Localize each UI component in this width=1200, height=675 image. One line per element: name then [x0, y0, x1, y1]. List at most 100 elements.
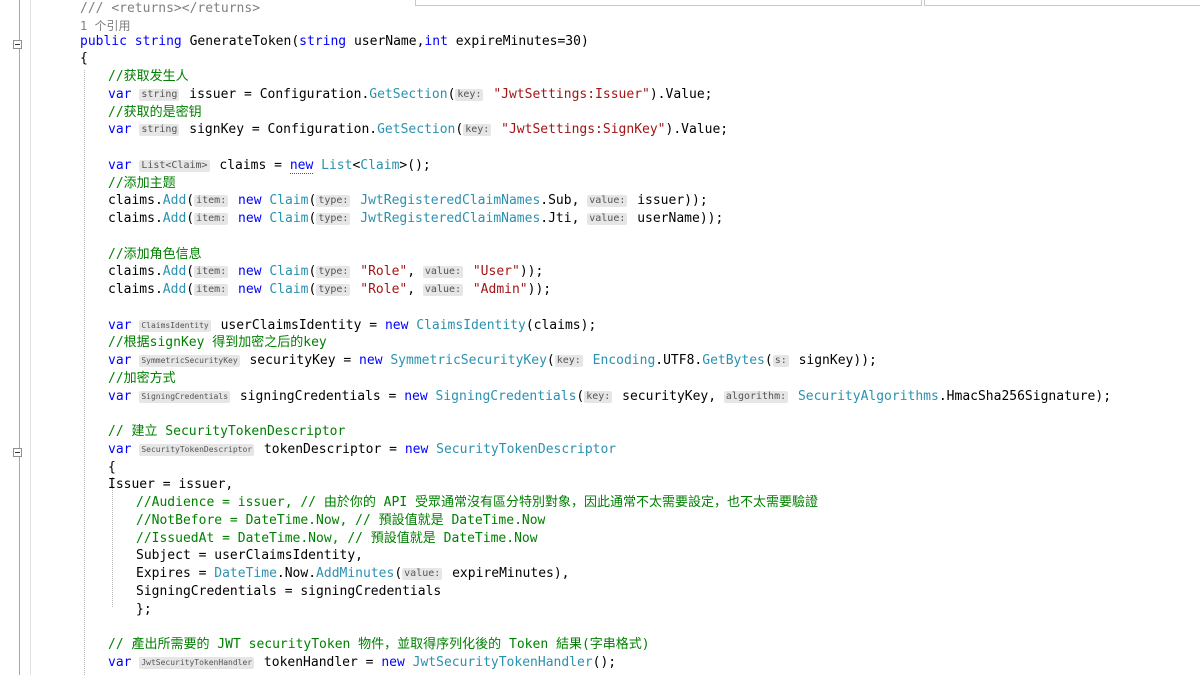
- code-line[interactable]: {: [80, 50, 88, 68]
- code-token: GetSection: [369, 86, 448, 102]
- code-line[interactable]: var SymmetricSecurityKey securityKey = n…: [108, 352, 877, 370]
- code-line[interactable]: var List<Claim> claims = new List<Claim>…: [108, 157, 431, 175]
- navigation-dropdown-members[interactable]: [415, 0, 922, 6]
- code-line[interactable]: claims.Add(item: new Claim(type: JwtRegi…: [108, 210, 723, 228]
- code-line[interactable]: var SecurityTokenDescriptor tokenDescrip…: [108, 441, 616, 459]
- code-line[interactable]: /// <returns></returns>: [80, 0, 260, 18]
- code-line[interactable]: {: [108, 459, 116, 477]
- indent-guide: [84, 70, 85, 675]
- code-line[interactable]: var string signKey = Configuration.GetSe…: [108, 121, 728, 139]
- code-token: (: [308, 282, 317, 297]
- code-token: var: [108, 353, 132, 368]
- code-token: .HmacSha256Signature);: [938, 388, 1112, 404]
- code-line[interactable]: Expires = DateTime.Now.AddMinutes(value:…: [136, 565, 570, 583]
- code-token: AddMinutes: [316, 566, 395, 581]
- code-line[interactable]: claims.Add(item: new Claim(type: JwtRegi…: [108, 192, 708, 210]
- code-token: claims.: [108, 193, 163, 209]
- code-line[interactable]: //IssuedAt = DateTime.Now, // 預設值就是 Date…: [136, 530, 538, 548]
- code-line[interactable]: claims.Add(item: new Claim(type: "Role",…: [108, 281, 551, 299]
- code-token: (: [764, 353, 773, 368]
- code-line[interactable]: };: [136, 601, 152, 619]
- code-line[interactable]: //加密方式: [108, 370, 176, 388]
- code-token: {: [80, 51, 88, 66]
- code-token: (: [546, 353, 555, 368]
- inline-parameter-hint: key:: [455, 88, 484, 101]
- code-token: DateTime: [214, 566, 277, 581]
- code-token: Add: [162, 264, 187, 280]
- code-token: var: [108, 317, 132, 333]
- code-token: signKey));: [790, 353, 877, 368]
- indent-guide: [112, 477, 113, 607]
- code-token: ).Value;: [649, 86, 713, 102]
- inline-parameter-hint: SymmetricSecurityKey: [139, 355, 240, 367]
- code-line[interactable]: var SigningCredentials signingCredential…: [108, 388, 1111, 406]
- code-line[interactable]: //根据signKey 得到加密之后的key: [108, 334, 327, 352]
- code-token: (: [308, 193, 317, 209]
- code-line[interactable]: //NotBefore = DateTime.Now, // 預設值就是 Dat…: [136, 512, 545, 530]
- collapse-method-icon[interactable]: [13, 40, 22, 49]
- gutter-separator: [30, 0, 31, 675]
- code-token: //获取发生人: [108, 69, 189, 84]
- code-line[interactable]: //添加主题: [108, 175, 176, 193]
- code-token: issuer));: [629, 193, 708, 209]
- code-token: (: [576, 388, 585, 404]
- code-line[interactable]: var JwtSecurityTokenHandler tokenHandler…: [108, 654, 616, 672]
- code-line[interactable]: Issuer = issuer,: [108, 476, 233, 494]
- code-line[interactable]: //获取的是密钥: [108, 104, 202, 122]
- code-token: JwtSecurityTokenHandler: [412, 654, 593, 670]
- code-line[interactable]: public string GenerateToken(string userN…: [80, 33, 589, 51]
- code-line[interactable]: //获取发生人: [108, 68, 189, 86]
- code-token: new: [238, 211, 262, 226]
- code-line[interactable]: var ClaimsIdentity userClaimsIdentity = …: [108, 317, 596, 335]
- code-token: string: [134, 34, 182, 49]
- code-token: claims.: [108, 282, 163, 297]
- inline-parameter-hint: ClaimsIdentity: [139, 319, 211, 332]
- code-token: List: [321, 157, 353, 173]
- code-token: userClaimsIdentity =: [212, 317, 385, 333]
- inline-parameter-hint: value:: [422, 266, 464, 279]
- code-line[interactable]: // 產出所需要的 JWT securityToken 物件，並取得序列化後的 …: [108, 636, 650, 654]
- code-line[interactable]: //添加角色信息: [108, 246, 202, 264]
- code-token: new: [238, 264, 262, 280]
- code-token: (: [186, 282, 195, 297]
- inline-parameter-hint: key:: [463, 124, 492, 137]
- collapse-initializer-icon[interactable]: [13, 448, 22, 457]
- code-token: //加密方式: [108, 370, 176, 386]
- code-token: // 建立 SecurityTokenDescriptor: [108, 424, 346, 439]
- code-line[interactable]: Subject = userClaimsIdentity,: [136, 547, 363, 565]
- code-line[interactable]: claims.Add(item: new Claim(type: "Role",…: [108, 263, 543, 281]
- code-token: "JwtSettings:Issuer": [493, 86, 650, 102]
- code-token: claims.: [108, 211, 163, 226]
- code-token: ();: [592, 654, 617, 670]
- code-token: Add: [162, 282, 187, 297]
- inline-parameter-hint: item:: [194, 213, 229, 225]
- inline-parameter-hint: JwtSecurityTokenHandler: [139, 656, 255, 669]
- code-line[interactable]: // 建立 SecurityTokenDescriptor: [108, 423, 345, 441]
- code-token: new: [381, 654, 405, 670]
- code-token: new: [404, 388, 428, 404]
- code-token: JwtRegisteredClaimNames: [360, 193, 541, 209]
- code-token: SecurityAlgorithms: [797, 388, 939, 404]
- code-token: Claim: [360, 157, 400, 173]
- code-token: tokenDescriptor =: [256, 441, 405, 457]
- code-token: var: [108, 122, 132, 138]
- navigation-dropdown-scope[interactable]: [924, 0, 1200, 6]
- code-line[interactable]: var string issuer = Configuration.GetSec…: [108, 86, 712, 104]
- code-token: >();: [399, 157, 431, 173]
- reference-count-link[interactable]: 1 个引用: [80, 19, 130, 33]
- inline-parameter-hint: key:: [584, 390, 613, 403]
- code-line[interactable]: SigningCredentials = signingCredentials: [136, 583, 441, 601]
- code-line[interactable]: //Audience = issuer, // 由於你的 API 受眾通常沒有區…: [136, 494, 818, 512]
- outline-margin-line: [19, 0, 20, 675]
